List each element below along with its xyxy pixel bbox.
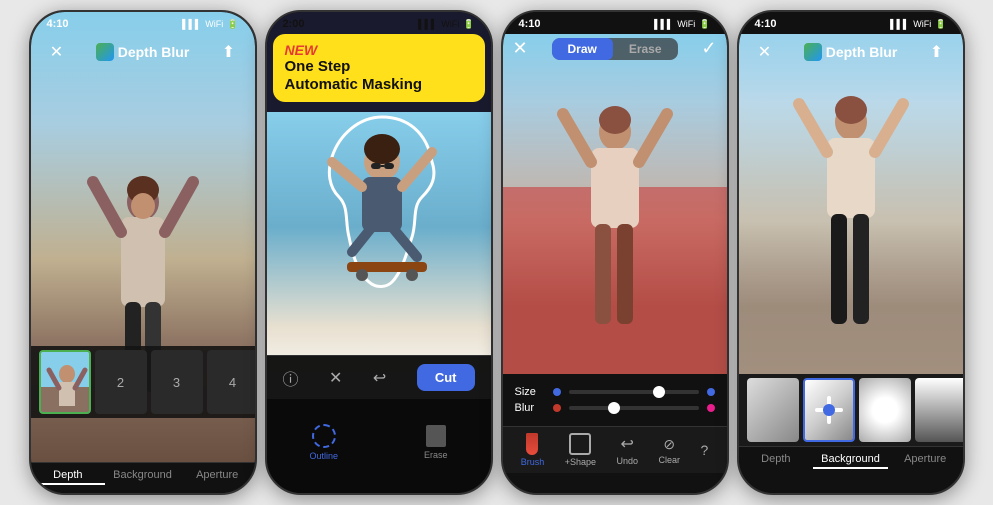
share-button-1[interactable]: ⬆ xyxy=(215,38,243,66)
phone-screen-2: 2:00 ▌▌▌ WiFi 🔋 NEW One StepAutomatic Ma… xyxy=(265,10,493,495)
top-toolbar-2: ⓘ ✕ ↩ Cut xyxy=(267,355,491,399)
app-title-4: Depth Blur xyxy=(804,43,898,61)
size-dot xyxy=(553,388,561,396)
tab-bar-1: Depth Background Aperture xyxy=(31,462,255,493)
time-2: 2:00 xyxy=(283,18,305,30)
size-control: Size xyxy=(515,386,715,398)
yellow-card: NEW One StepAutomatic Masking xyxy=(273,34,485,102)
share-button-4[interactable]: ⬆ xyxy=(923,38,951,66)
brush-tool[interactable]: Brush xyxy=(521,433,545,467)
blur-dot-right xyxy=(707,404,715,412)
tab-background-4[interactable]: Background xyxy=(813,451,888,469)
tab-aperture-1[interactable]: Aperture xyxy=(180,467,255,485)
time-4: 4:10 xyxy=(755,18,777,30)
time-3: 4:10 xyxy=(519,18,541,30)
phone-screen-3: 4:10 ▌▌▌ WiFi 🔋 xyxy=(501,10,729,495)
status-bar-3: 4:10 ▌▌▌ WiFi 🔋 xyxy=(503,12,727,34)
confirm-button[interactable]: ✓ xyxy=(701,38,716,59)
app-title-1: Depth Blur xyxy=(96,43,190,61)
controls-area: Size Blur xyxy=(503,374,727,426)
gradient-strip xyxy=(739,374,963,446)
top-bar-1: ✕ Depth Blur ⬆ xyxy=(31,34,255,70)
skater-svg xyxy=(297,107,467,317)
gradient-thumb-4[interactable] xyxy=(915,378,963,442)
tab-depth-4[interactable]: Depth xyxy=(739,451,814,469)
close-button-2[interactable]: ✕ xyxy=(329,368,342,388)
status-bar-2: 2:00 ▌▌▌ WiFi 🔋 xyxy=(267,12,491,34)
bottom-toolbar-2: Outline Erase xyxy=(267,399,491,493)
undo-button[interactable]: ↩ xyxy=(373,368,386,388)
new-badge: NEW xyxy=(285,42,473,58)
bottom-toolbar-3: Brush +Shape ↩ Undo ⊘ Clear ? xyxy=(503,426,727,473)
size-dot-right xyxy=(707,388,715,396)
thumbnail-4[interactable]: 4 xyxy=(207,350,255,414)
draw-erase-selector: Draw Erase xyxy=(551,38,677,60)
blur-control: Blur xyxy=(515,402,715,414)
close-button-3[interactable]: ✕ xyxy=(513,38,528,59)
main-container: 4:10 ▌▌▌ WiFi 🔋 ✕ Depth Blur ⬆ xyxy=(0,0,993,505)
blur-slider[interactable] xyxy=(569,406,699,410)
back-button-4[interactable]: ✕ xyxy=(751,38,779,66)
card-title: One StepAutomatic Masking xyxy=(285,58,473,94)
gradient-thumb-2-active[interactable] xyxy=(803,378,855,442)
status-icons-1: ▌▌▌ WiFi 🔋 xyxy=(182,19,238,30)
time-1: 4:10 xyxy=(47,18,69,30)
status-bar-4: 4:10 ▌▌▌ WiFi 🔋 xyxy=(739,12,963,34)
blur-thumb xyxy=(608,402,620,414)
outline-tool[interactable]: Outline xyxy=(309,424,338,461)
info-button[interactable]: ⓘ xyxy=(283,366,299,390)
status-icons-3: ▌▌▌ WiFi 🔋 xyxy=(654,19,710,30)
erase-tool[interactable]: Erase xyxy=(424,425,448,460)
size-slider[interactable] xyxy=(569,390,699,394)
clear-tool[interactable]: ⊘ Clear xyxy=(658,436,680,465)
tab-depth-1[interactable]: Depth xyxy=(31,467,106,485)
phone-screen-4: 4:10 ▌▌▌ WiFi 🔋 ✕ Depth Blur ⬆ xyxy=(737,10,965,495)
thumbnail-1[interactable] xyxy=(39,350,91,414)
status-bar-1: 4:10 ▌▌▌ WiFi 🔋 xyxy=(31,12,255,34)
thumbnail-2[interactable]: 2 xyxy=(95,350,147,414)
phone-screen-1: 4:10 ▌▌▌ WiFi 🔋 ✕ Depth Blur ⬆ xyxy=(29,10,257,495)
app-icon-4 xyxy=(804,43,822,61)
tab-aperture-4[interactable]: Aperture xyxy=(888,451,963,469)
help-button[interactable]: ? xyxy=(700,442,708,458)
main-image-4 xyxy=(739,34,963,374)
tab-background-1[interactable]: Background xyxy=(105,467,180,485)
gradient-thumb-1[interactable] xyxy=(747,378,799,442)
size-thumb xyxy=(653,386,665,398)
cut-button[interactable]: Cut xyxy=(417,364,475,391)
top-bar-4: ✕ Depth Blur ⬆ xyxy=(739,34,963,70)
app-icon-1 xyxy=(96,43,114,61)
main-image-3: ✕ ✓ Draw Erase xyxy=(503,34,727,374)
draw-button[interactable]: Draw xyxy=(551,38,612,60)
blur-dot xyxy=(553,404,561,412)
status-icons-4: ▌▌▌ WiFi 🔋 xyxy=(890,19,946,30)
thumbnail-3[interactable]: 3 xyxy=(151,350,203,414)
erase-button[interactable]: Erase xyxy=(613,38,678,60)
undo-tool[interactable]: ↩ Undo xyxy=(616,434,638,466)
back-button-1[interactable]: ✕ xyxy=(43,38,71,66)
status-icons-2: ▌▌▌ WiFi 🔋 xyxy=(418,19,474,30)
tab-bar-4: Depth Background Aperture xyxy=(739,446,963,477)
gradient-thumb-3[interactable] xyxy=(859,378,911,442)
shape-tool[interactable]: +Shape xyxy=(565,433,596,467)
